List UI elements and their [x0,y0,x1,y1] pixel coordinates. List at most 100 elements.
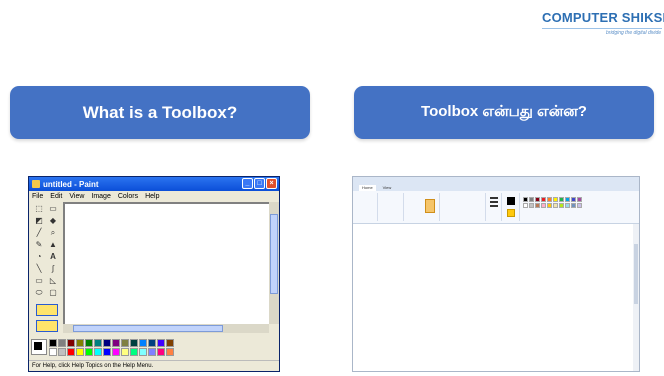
palette-swatch[interactable] [76,348,84,356]
picker-icon[interactable]: ╱ [33,228,45,238]
win7-palette-swatch[interactable] [529,203,534,208]
line-icon[interactable]: ╲ [33,264,45,274]
palette-swatch[interactable] [121,339,129,347]
win7-palette-swatch[interactable] [547,203,552,208]
win7-palette-swatch[interactable] [559,197,564,202]
palette-swatch[interactable] [58,339,66,347]
close-button[interactable]: × [266,178,277,189]
palette-swatch[interactable] [76,339,84,347]
palette-swatch[interactable] [49,339,57,347]
ribbon-group-colors [521,193,582,221]
palette-swatch[interactable] [103,348,111,356]
menu-edit[interactable]: Edit [50,193,62,200]
ribbon-group-image [379,193,404,221]
drawing-canvas[interactable] [65,204,269,324]
ribbon-group-size [487,193,502,221]
win7-palette-swatch[interactable] [523,197,528,202]
curve-icon[interactable]: ∫ [47,264,59,274]
magnifier-icon[interactable]: ⌕ [47,228,59,238]
win7-palette-swatch[interactable] [553,203,558,208]
win7-palette-swatch[interactable] [577,203,582,208]
text-tool-icon[interactable]: A [47,252,59,262]
color1-swatch[interactable] [507,197,515,205]
menu-file[interactable]: File [32,193,43,200]
win7-palette-swatch[interactable] [559,203,564,208]
win7-palette-swatch[interactable] [565,203,570,208]
win7-palette-swatch[interactable] [553,197,558,202]
win7-palette-swatch[interactable] [541,197,546,202]
win7-palette-swatch[interactable] [565,197,570,202]
palette-swatch[interactable] [148,348,156,356]
win7-palette-swatch[interactable] [523,203,528,208]
palette-swatch[interactable] [94,339,102,347]
xp-menu-bar: File Edit View Image Colors Help [29,191,279,201]
vertical-scroll-thumb[interactable] [270,214,278,294]
palette-swatch[interactable] [130,339,138,347]
palette-swatch[interactable] [58,348,66,356]
menu-image[interactable]: Image [91,193,110,200]
palette-swatch[interactable] [157,348,165,356]
brushes-button[interactable] [425,199,435,213]
minimize-button[interactable]: _ [242,178,253,189]
palette-swatch[interactable] [85,348,93,356]
palette-swatch[interactable] [94,348,102,356]
ribbon-group-shapes [441,193,486,221]
win7-palette-swatch[interactable] [535,197,540,202]
win7-drawing-canvas[interactable] [353,224,633,371]
select-icon[interactable]: ▭ [47,204,59,214]
win7-palette-swatch[interactable] [571,197,576,202]
palette-swatch[interactable] [121,348,129,356]
tool-option-1[interactable] [36,304,58,316]
palette-swatch[interactable] [67,339,75,347]
palette-swatch[interactable] [85,339,93,347]
win7-palette-swatch[interactable] [547,197,552,202]
win7-palette-swatch[interactable] [535,203,540,208]
fill-icon[interactable]: ◆ [47,216,59,226]
horizontal-scrollbar[interactable] [63,324,269,333]
polygon-icon[interactable]: ◺ [47,276,59,286]
heading-what-is-toolbox: What is a Toolbox? [10,86,310,139]
toolbox: ⬚ ▭ ◩ ◆ ╱ ⌕ ✎ ▲ ◔ A ╲ ∫ ▭ ◺ ⬭ ▢ [31,202,63,335]
rectangle-icon[interactable]: ▭ [33,276,45,286]
win7-palette-swatch[interactable] [529,197,534,202]
xp-window-title: untitled - Paint [43,179,99,189]
free-select-icon[interactable]: ⬚ [33,204,45,214]
rounded-rect-icon[interactable]: ▢ [47,288,59,298]
horizontal-scroll-thumb[interactable] [73,325,223,332]
palette-swatch[interactable] [157,339,165,347]
eraser-icon[interactable]: ◩ [33,216,45,226]
palette-swatch[interactable] [130,348,138,356]
menu-view[interactable]: View [69,193,84,200]
logo-text: COMPUTER SHIKSHA [542,10,664,25]
menu-colors[interactable]: Colors [118,193,138,200]
ribbon-group-color12 [503,193,520,221]
color2-swatch[interactable] [507,209,515,217]
ribbon-group-clipboard [355,193,378,221]
palette-swatch[interactable] [67,348,75,356]
palette-swatch[interactable] [139,348,147,356]
win7-palette-swatch[interactable] [541,203,546,208]
win7-vertical-scrollbar[interactable] [633,224,639,371]
ellipse-icon[interactable]: ⬭ [33,288,45,298]
airbrush-icon[interactable]: ◔ [33,252,45,262]
palette-swatch[interactable] [166,348,174,356]
tool-option-2[interactable] [36,320,58,332]
size-icon[interactable] [490,197,498,209]
palette-swatch[interactable] [148,339,156,347]
pencil-icon[interactable]: ✎ [33,240,45,250]
xp-paint-window: untitled - Paint _ □ × File Edit View Im… [28,176,280,372]
maximize-button[interactable]: □ [254,178,265,189]
palette-swatch[interactable] [103,339,111,347]
palette-swatch[interactable] [139,339,147,347]
brush-icon[interactable]: ▲ [47,240,59,250]
palette-swatch[interactable] [166,339,174,347]
palette-swatch[interactable] [112,339,120,347]
win7-palette-swatch[interactable] [577,197,582,202]
win7-palette-swatch[interactable] [571,203,576,208]
palette-swatch[interactable] [49,348,57,356]
vertical-scrollbar[interactable] [269,202,279,324]
logo-tagline: bridging the digital divide [606,30,662,36]
menu-help[interactable]: Help [145,193,159,200]
palette-swatch[interactable] [112,348,120,356]
win7-scroll-thumb[interactable] [634,244,638,304]
